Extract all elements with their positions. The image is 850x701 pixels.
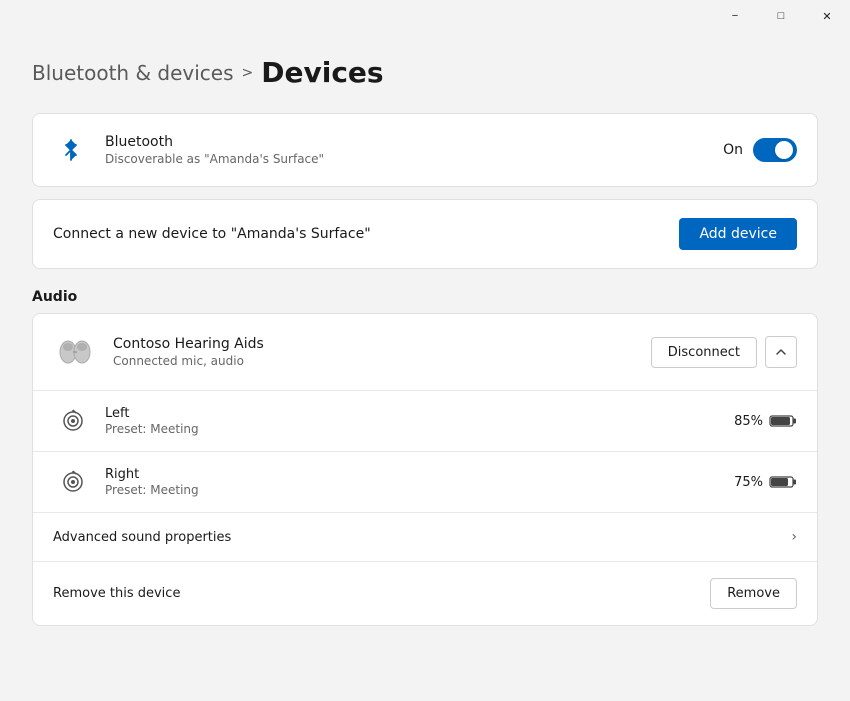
device-card-hearing-aids: Contoso Hearing Aids Connected mic, audi… [32,313,818,626]
breadcrumb: Bluetooth & devices > Devices [32,56,818,89]
main-content: Bluetooth & devices > Devices Bluetooth … [0,32,850,650]
bluetooth-discoverable: Discoverable as "Amanda's Surface" [105,152,707,166]
page-title: Devices [261,56,383,89]
bluetooth-toggle[interactable] [753,138,797,162]
titlebar: − □ ✕ [0,0,850,32]
device-name: Contoso Hearing Aids [113,336,635,352]
remove-button[interactable]: Remove [710,578,797,609]
right-device-name: Right [105,467,718,482]
device-status: Connected mic, audio [113,354,635,368]
advanced-chevron-icon: › [791,529,797,545]
sub-device-left: Left Preset: Meeting 85% [33,390,817,451]
left-device-info: Left Preset: Meeting [105,406,718,436]
bluetooth-card: Bluetooth Discoverable as "Amanda's Surf… [32,113,818,187]
left-device-name: Left [105,406,718,421]
breadcrumb-parent[interactable]: Bluetooth & devices [32,61,234,85]
bluetooth-toggle-container: On [723,138,797,162]
left-battery-pct: 85% [734,414,763,429]
advanced-sound-label: Advanced sound properties [53,530,231,545]
bluetooth-icon [53,132,89,168]
device-info: Contoso Hearing Aids Connected mic, audi… [113,336,635,368]
bluetooth-name: Bluetooth [105,134,707,150]
device-main-row: Contoso Hearing Aids Connected mic, audi… [33,314,817,390]
right-battery-pct: 75% [734,475,763,490]
right-battery: 75% [734,475,797,490]
add-device-row: Connect a new device to "Amanda's Surfac… [33,200,817,268]
sub-device-right: Right Preset: Meeting 75% [33,451,817,512]
toggle-label: On [723,142,743,158]
add-device-card: Connect a new device to "Amanda's Surfac… [32,199,818,269]
right-device-preset: Preset: Meeting [105,483,718,497]
remove-device-label: Remove this device [53,586,180,601]
left-device-preset: Preset: Meeting [105,422,718,436]
advanced-sound-row[interactable]: Advanced sound properties › [33,512,817,561]
right-device-icon [57,466,89,498]
remove-device-row: Remove this device Remove [33,561,817,625]
bluetooth-info: Bluetooth Discoverable as "Amanda's Surf… [105,134,707,166]
close-button[interactable]: ✕ [804,0,850,32]
add-device-text: Connect a new device to "Amanda's Surfac… [53,226,371,242]
left-battery: 85% [734,414,797,429]
right-device-info: Right Preset: Meeting [105,467,718,497]
breadcrumb-chevron-icon: > [242,65,254,81]
maximize-button[interactable]: □ [758,0,804,32]
bluetooth-row: Bluetooth Discoverable as "Amanda's Surf… [33,114,817,186]
left-device-icon [57,405,89,437]
left-battery-icon [769,414,797,428]
minimize-button[interactable]: − [712,0,758,32]
collapse-button[interactable] [765,336,797,368]
device-actions: Disconnect [651,336,797,368]
audio-section-header: Audio [32,289,818,305]
disconnect-button[interactable]: Disconnect [651,337,757,368]
right-battery-icon [769,475,797,489]
add-device-button[interactable]: Add device [679,218,797,250]
hearing-aids-icon [53,330,97,374]
